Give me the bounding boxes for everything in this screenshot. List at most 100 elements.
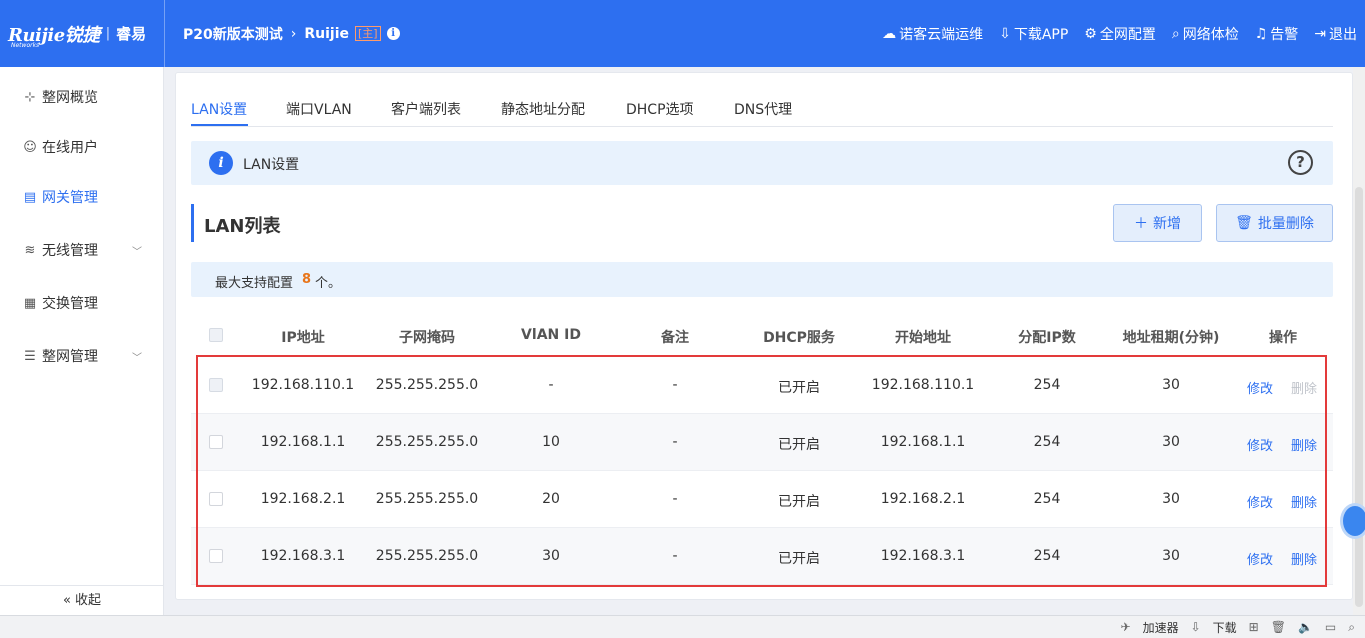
add-icon[interactable]: ⊞ bbox=[1249, 620, 1259, 634]
scrollbar-thumb[interactable] bbox=[1355, 187, 1363, 607]
table-header: IP地址 子网掩码 VlAN ID 备注 DHCP服务 开始地址 分配IP数 地… bbox=[191, 315, 1333, 355]
sidebar-item-overview[interactable]: ⊹ 整网概览 bbox=[22, 87, 152, 107]
col-actions: 操作 bbox=[1269, 330, 1297, 346]
add-button[interactable]: ＋ 新增 bbox=[1113, 204, 1202, 242]
breadcrumb: P20新版本测试 › Ruijie [主] i bbox=[165, 24, 400, 44]
table-row: 192.168.1.1 255.255.255.0 10 - 已开启 192.1… bbox=[191, 414, 1333, 471]
section-accent-bar bbox=[191, 204, 194, 242]
sidebar-item-label: 交换管理 bbox=[42, 296, 98, 312]
delete-link[interactable]: 删除 bbox=[1291, 549, 1317, 568]
master-tag: [主] bbox=[355, 26, 381, 41]
user-icon: ☺ bbox=[23, 139, 37, 155]
cell-lease: 30 bbox=[1162, 377, 1180, 393]
cell-start: 192.168.2.1 bbox=[880, 491, 966, 507]
tab-static-address[interactable]: 静态地址分配 bbox=[501, 99, 585, 119]
header-action-network-check[interactable]: ⌕ 网络体检 bbox=[1172, 24, 1239, 44]
cell-dhcp: 已开启 bbox=[778, 437, 820, 453]
tab-lan-settings[interactable]: LAN设置 bbox=[191, 99, 247, 119]
logo-second: 睿易 bbox=[116, 25, 147, 43]
download-icon: ⇩ bbox=[1190, 620, 1201, 634]
header-action-alarm[interactable]: ♫ 告警 bbox=[1255, 24, 1299, 44]
sidebar-item-online-users[interactable]: ☺ 在线用户 bbox=[22, 137, 152, 157]
trash-icon[interactable]: 🗑 bbox=[1271, 620, 1286, 634]
col-count: 分配IP数 bbox=[1018, 330, 1076, 346]
sidebar-item-network-manage[interactable]: ☰ 整网管理 ﹀ bbox=[22, 346, 152, 366]
alarm-icon: ♫ bbox=[1254, 25, 1268, 42]
row-checkbox[interactable] bbox=[209, 549, 223, 563]
header-action-label: 退出 bbox=[1329, 26, 1357, 43]
sidebar-item-label: 整网概览 bbox=[42, 90, 98, 106]
chevron-down-icon: ﹀ bbox=[132, 352, 142, 364]
header-action-label: 告警 bbox=[1270, 26, 1299, 43]
tab-port-vlan[interactable]: 端口VLAN bbox=[286, 99, 352, 119]
header-action-logout[interactable]: ⇥ 退出 bbox=[1314, 24, 1357, 44]
cell-ip: 192.168.3.1 bbox=[260, 548, 346, 564]
cell-remark: - bbox=[672, 548, 678, 564]
sidebar-item-label: 无线管理 bbox=[42, 243, 98, 259]
table-row: 192.168.3.1 255.255.255.0 30 - 已开启 192.1… bbox=[191, 528, 1333, 585]
rocket-icon: ✈ bbox=[1120, 620, 1131, 634]
edit-link[interactable]: 修改 bbox=[1247, 492, 1273, 511]
delete-link[interactable]: 删除 bbox=[1291, 435, 1317, 454]
cloud-icon: ☁ bbox=[882, 25, 897, 42]
cell-ip: 192.168.110.1 bbox=[251, 377, 355, 393]
breadcrumb-device[interactable]: Ruijie bbox=[304, 26, 349, 42]
cell-vlan: 10 bbox=[542, 434, 560, 450]
row-checkbox[interactable] bbox=[209, 492, 223, 506]
cell-start: 192.168.110.1 bbox=[871, 377, 975, 393]
sidebar-item-wireless[interactable]: ≋ 无线管理 ﹀ bbox=[22, 240, 152, 260]
zoom-icon[interactable]: ⌕ bbox=[1348, 620, 1355, 635]
header-action-network-config[interactable]: ⚙ 全网配置 bbox=[1084, 24, 1156, 44]
cell-count: 254 bbox=[1033, 491, 1061, 507]
wifi-icon: ≋ bbox=[24, 242, 36, 258]
logo-divider: | bbox=[105, 26, 111, 41]
speaker-icon[interactable]: 🔈 bbox=[1298, 620, 1313, 634]
cell-count: 254 bbox=[1033, 434, 1061, 450]
network-check-icon: ⌕ bbox=[1171, 25, 1180, 42]
tab-dhcp-options[interactable]: DHCP选项 bbox=[626, 99, 694, 119]
top-header: Ruijie锐捷 Networks | 睿易 P20新版本测试 › Ruijie… bbox=[0, 0, 1365, 67]
edit-link[interactable]: 修改 bbox=[1247, 378, 1273, 397]
header-action-cloud[interactable]: ☁ 诺客云端运维 bbox=[882, 24, 983, 44]
cell-mask: 255.255.255.0 bbox=[375, 434, 479, 450]
gateway-icon: ▤ bbox=[23, 189, 37, 205]
tab-client-list[interactable]: 客户端列表 bbox=[391, 99, 461, 119]
cell-lease: 30 bbox=[1162, 491, 1180, 507]
delete-link[interactable]: 删除 bbox=[1291, 492, 1317, 511]
cell-vlan: - bbox=[548, 377, 554, 393]
cell-vlan: 30 bbox=[542, 548, 560, 564]
network-config-icon: ⚙ bbox=[1084, 25, 1097, 42]
sidebar-item-gateway[interactable]: ▤ 网关管理 bbox=[22, 187, 152, 207]
note-suffix: 个。 bbox=[315, 276, 342, 291]
edit-link[interactable]: 修改 bbox=[1247, 549, 1273, 568]
info-icon[interactable]: i bbox=[386, 27, 400, 40]
edit-link[interactable]: 修改 bbox=[1247, 435, 1273, 454]
row-checkbox[interactable] bbox=[209, 435, 223, 449]
screen-icon[interactable]: ▭ bbox=[1325, 620, 1336, 634]
header-action-download-app[interactable]: ⇩ 下载APP bbox=[999, 24, 1068, 44]
accelerator-label[interactable]: 加速器 bbox=[1143, 619, 1179, 636]
help-icon[interactable]: ? bbox=[1288, 150, 1313, 175]
logo-sub: Networks bbox=[11, 42, 40, 49]
sidebar-item-switch[interactable]: ▦ 交换管理 bbox=[22, 293, 152, 313]
note-banner: 最大支持配置 8 个。 bbox=[191, 262, 1333, 297]
sidebar: ⊹ 整网概览 ☺ 在线用户 ▤ 网关管理 ≋ 无线管理 ﹀ ▦ 交换管理 ☰ 整网管理 ﹀ « … bbox=[0, 67, 164, 615]
cell-remark: - bbox=[672, 491, 678, 507]
cell-dhcp: 已开启 bbox=[778, 380, 820, 396]
breadcrumb-network[interactable]: P20新版本测试 bbox=[183, 24, 283, 44]
tab-dns-proxy[interactable]: DNS代理 bbox=[734, 99, 792, 119]
download-label[interactable]: 下载 bbox=[1213, 619, 1237, 636]
cell-mask: 255.255.255.0 bbox=[375, 548, 479, 564]
plus-icon: ＋ bbox=[1134, 216, 1148, 232]
sidebar-item-label: 在线用户 bbox=[42, 140, 98, 156]
assistant-float-button[interactable] bbox=[1340, 503, 1365, 539]
batch-delete-button[interactable]: 🗑 批量删除 bbox=[1216, 204, 1333, 242]
col-vlan: VlAN ID bbox=[521, 327, 581, 343]
select-all-checkbox[interactable] bbox=[209, 328, 223, 342]
section-title: LAN列表 bbox=[204, 216, 281, 237]
cell-ip: 192.168.1.1 bbox=[260, 434, 346, 450]
table-row: 192.168.2.1 255.255.255.0 20 - 已开启 192.1… bbox=[191, 471, 1333, 528]
info-icon: i bbox=[209, 151, 233, 175]
collapse-button[interactable]: « 收起 bbox=[0, 585, 164, 615]
header-action-label: 网络体检 bbox=[1182, 26, 1239, 43]
